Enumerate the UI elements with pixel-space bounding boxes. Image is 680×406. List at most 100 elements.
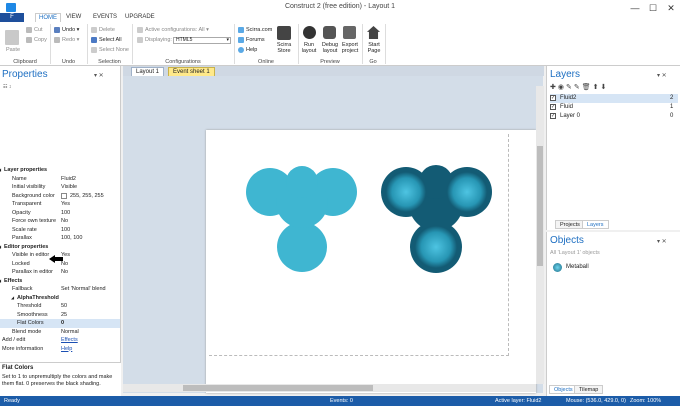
scirra-store-button[interactable]: Scirra Store <box>273 42 295 54</box>
undo-button[interactable]: Undo ▾ <box>54 26 79 34</box>
help-icon <box>238 46 244 53</box>
property-row[interactable]: Background color 255, 255, 255 <box>0 192 120 201</box>
redo-button[interactable]: Redo ▾ <box>54 36 79 44</box>
status-mouse: Mouse: (536.0, 429.0, 0) <box>566 398 626 404</box>
layers-title: Layers <box>550 69 581 80</box>
layers-toolbar[interactable]: ✚◉✎✎🗑⬆⬇ <box>550 83 608 91</box>
cut-button[interactable]: Cut <box>26 26 43 34</box>
help-text: Set to 1 to unpremultiply the colors and… <box>2 374 113 387</box>
tab-projects[interactable]: Projects <box>555 220 585 229</box>
property-name: More information <box>2 345 44 352</box>
layer-row[interactable]: ✓ Layer 0 0 <box>550 112 678 121</box>
property-name: Editor properties <box>4 243 49 250</box>
clipboard-group-label: Clipboard <box>13 59 37 65</box>
layer-visible-checkbox[interactable]: ✓ <box>550 113 556 119</box>
tab-layers[interactable]: Layers <box>582 220 609 229</box>
property-row[interactable]: More information Help <box>0 345 120 354</box>
displaying-select[interactable]: HTML5 ▾ <box>173 37 231 44</box>
collapse-icon[interactable]: ◢ <box>0 243 1 252</box>
property-row[interactable]: ◢Layer properties <box>0 166 120 175</box>
delete-button[interactable]: Delete <box>91 26 115 34</box>
tab-upgrade[interactable]: UPGRADE <box>125 13 155 22</box>
sort-icon[interactable]: ☷ ↕ <box>3 84 11 90</box>
property-name: Force own texture <box>12 218 57 224</box>
tab-event-sheet-1[interactable]: Event sheet 1 <box>168 67 215 76</box>
tab-view[interactable]: VIEW <box>66 13 81 22</box>
layer-row[interactable]: ✓ Fluid 1 <box>550 103 678 112</box>
file-tab[interactable]: F <box>0 13 24 22</box>
property-row[interactable]: Initial visibility Visible <box>0 183 120 192</box>
status-zoom: Zoom: 100% <box>630 398 662 404</box>
property-row[interactable]: ◢Editor properties <box>0 243 120 252</box>
property-value: 0 <box>61 320 65 326</box>
property-row[interactable]: Add / edit Effects <box>0 336 120 345</box>
property-row[interactable]: Transparent Yes <box>0 200 120 209</box>
tab-tilemap[interactable]: Tilemap <box>574 385 604 394</box>
help-link[interactable]: Help <box>238 46 257 54</box>
property-row[interactable]: Force own texture No <box>0 217 120 226</box>
tab-events[interactable]: EVENTS <box>93 13 117 22</box>
property-name: Scale rate <box>12 226 37 233</box>
property-row[interactable]: Name Fluid2 <box>0 175 120 184</box>
scrollbar-thumb[interactable] <box>537 146 543 266</box>
scirra-com-link[interactable]: Scirra.com <box>238 26 272 34</box>
property-name: Fallback <box>12 286 33 292</box>
collapse-icon[interactable]: ◢ <box>0 166 1 175</box>
run-layout-button[interactable]: Run layout <box>299 42 319 54</box>
property-link[interactable]: Effects <box>61 336 78 345</box>
ribbon: Paste Cut Copy Clipboard Undo ▾ Redo ▾ U… <box>0 22 680 66</box>
property-row[interactable]: Fallback Set 'Normal' blend <box>0 285 120 294</box>
property-name: Add / edit <box>2 337 26 343</box>
property-name: Flat Colors <box>17 320 44 326</box>
layer-visible-checkbox[interactable]: ✓ <box>550 95 556 101</box>
property-row[interactable]: Opacity 100 <box>0 209 120 218</box>
export-project-button[interactable]: Export project <box>339 42 361 54</box>
property-row[interactable]: Parallax in editor No <box>0 268 120 277</box>
property-row[interactable]: Blend mode Normal <box>0 328 120 337</box>
property-row[interactable]: ◢ AlphaThreshold <box>0 294 120 303</box>
layout-canvas[interactable] <box>123 76 543 393</box>
color-swatch[interactable] <box>61 192 67 199</box>
layer-visible-checkbox[interactable]: ✓ <box>550 104 556 110</box>
paste-button[interactable]: Paste <box>3 47 23 53</box>
display-icon <box>137 36 143 43</box>
collapse-icon[interactable]: ◢ <box>0 277 1 286</box>
metaball-flat[interactable] <box>241 162 371 282</box>
start-page-button[interactable]: Start Page <box>363 42 385 54</box>
collapse-icon[interactable]: ◢ <box>11 294 14 303</box>
copy-button[interactable]: Copy <box>26 36 47 44</box>
property-link[interactable]: Help <box>61 345 72 354</box>
select-none-button[interactable]: Select None <box>91 46 129 54</box>
object-item-metaball[interactable]: Metaball <box>566 264 589 270</box>
redo-icon <box>54 36 60 43</box>
debug-layout-button[interactable]: Debug layout <box>319 42 341 54</box>
ribbon-separator <box>132 24 133 64</box>
select-all-button[interactable]: Select All <box>91 36 122 44</box>
horizontal-scrollbar[interactable] <box>123 384 536 392</box>
property-name: Smoothness <box>17 311 48 318</box>
pin-icon[interactable]: ▾ ✕ <box>657 72 667 79</box>
forums-link[interactable]: Forums <box>238 36 265 44</box>
export-icon <box>343 26 356 39</box>
select-all-icon <box>91 36 97 43</box>
tab-layout-1[interactable]: Layout 1 <box>131 67 165 76</box>
scrollbar-thumb[interactable] <box>183 385 373 391</box>
pin-icon[interactable]: ▾ ✕ <box>94 72 104 79</box>
property-row[interactable]: Smoothness 25 <box>0 311 120 320</box>
property-row[interactable]: Threshold 50 <box>0 302 120 311</box>
layer-name: Fluid2 <box>560 95 577 101</box>
property-row[interactable]: ◢Effects <box>0 277 120 286</box>
layer-row[interactable]: ✓ Fluid2 2 <box>550 94 678 103</box>
property-row[interactable]: Parallax 100, 100 <box>0 234 120 243</box>
copy-icon <box>26 36 32 43</box>
pin-icon[interactable]: ▾ ✕ <box>657 238 667 245</box>
property-row[interactable]: Scale rate 100 <box>0 226 120 235</box>
property-row[interactable]: Flat Colors 0 <box>0 319 120 328</box>
active-configurations-dropdown[interactable]: Active configurations: All ▾ <box>137 26 209 34</box>
metaball-shaded[interactable] <box>375 162 505 282</box>
objects-filter[interactable]: All 'Layout 1' objects <box>550 250 600 256</box>
property-name: Parallax in editor <box>12 269 53 275</box>
help-title: Flat Colors <box>2 365 34 371</box>
property-name: Visible in editor <box>12 252 50 258</box>
vertical-scrollbar[interactable] <box>536 86 544 384</box>
